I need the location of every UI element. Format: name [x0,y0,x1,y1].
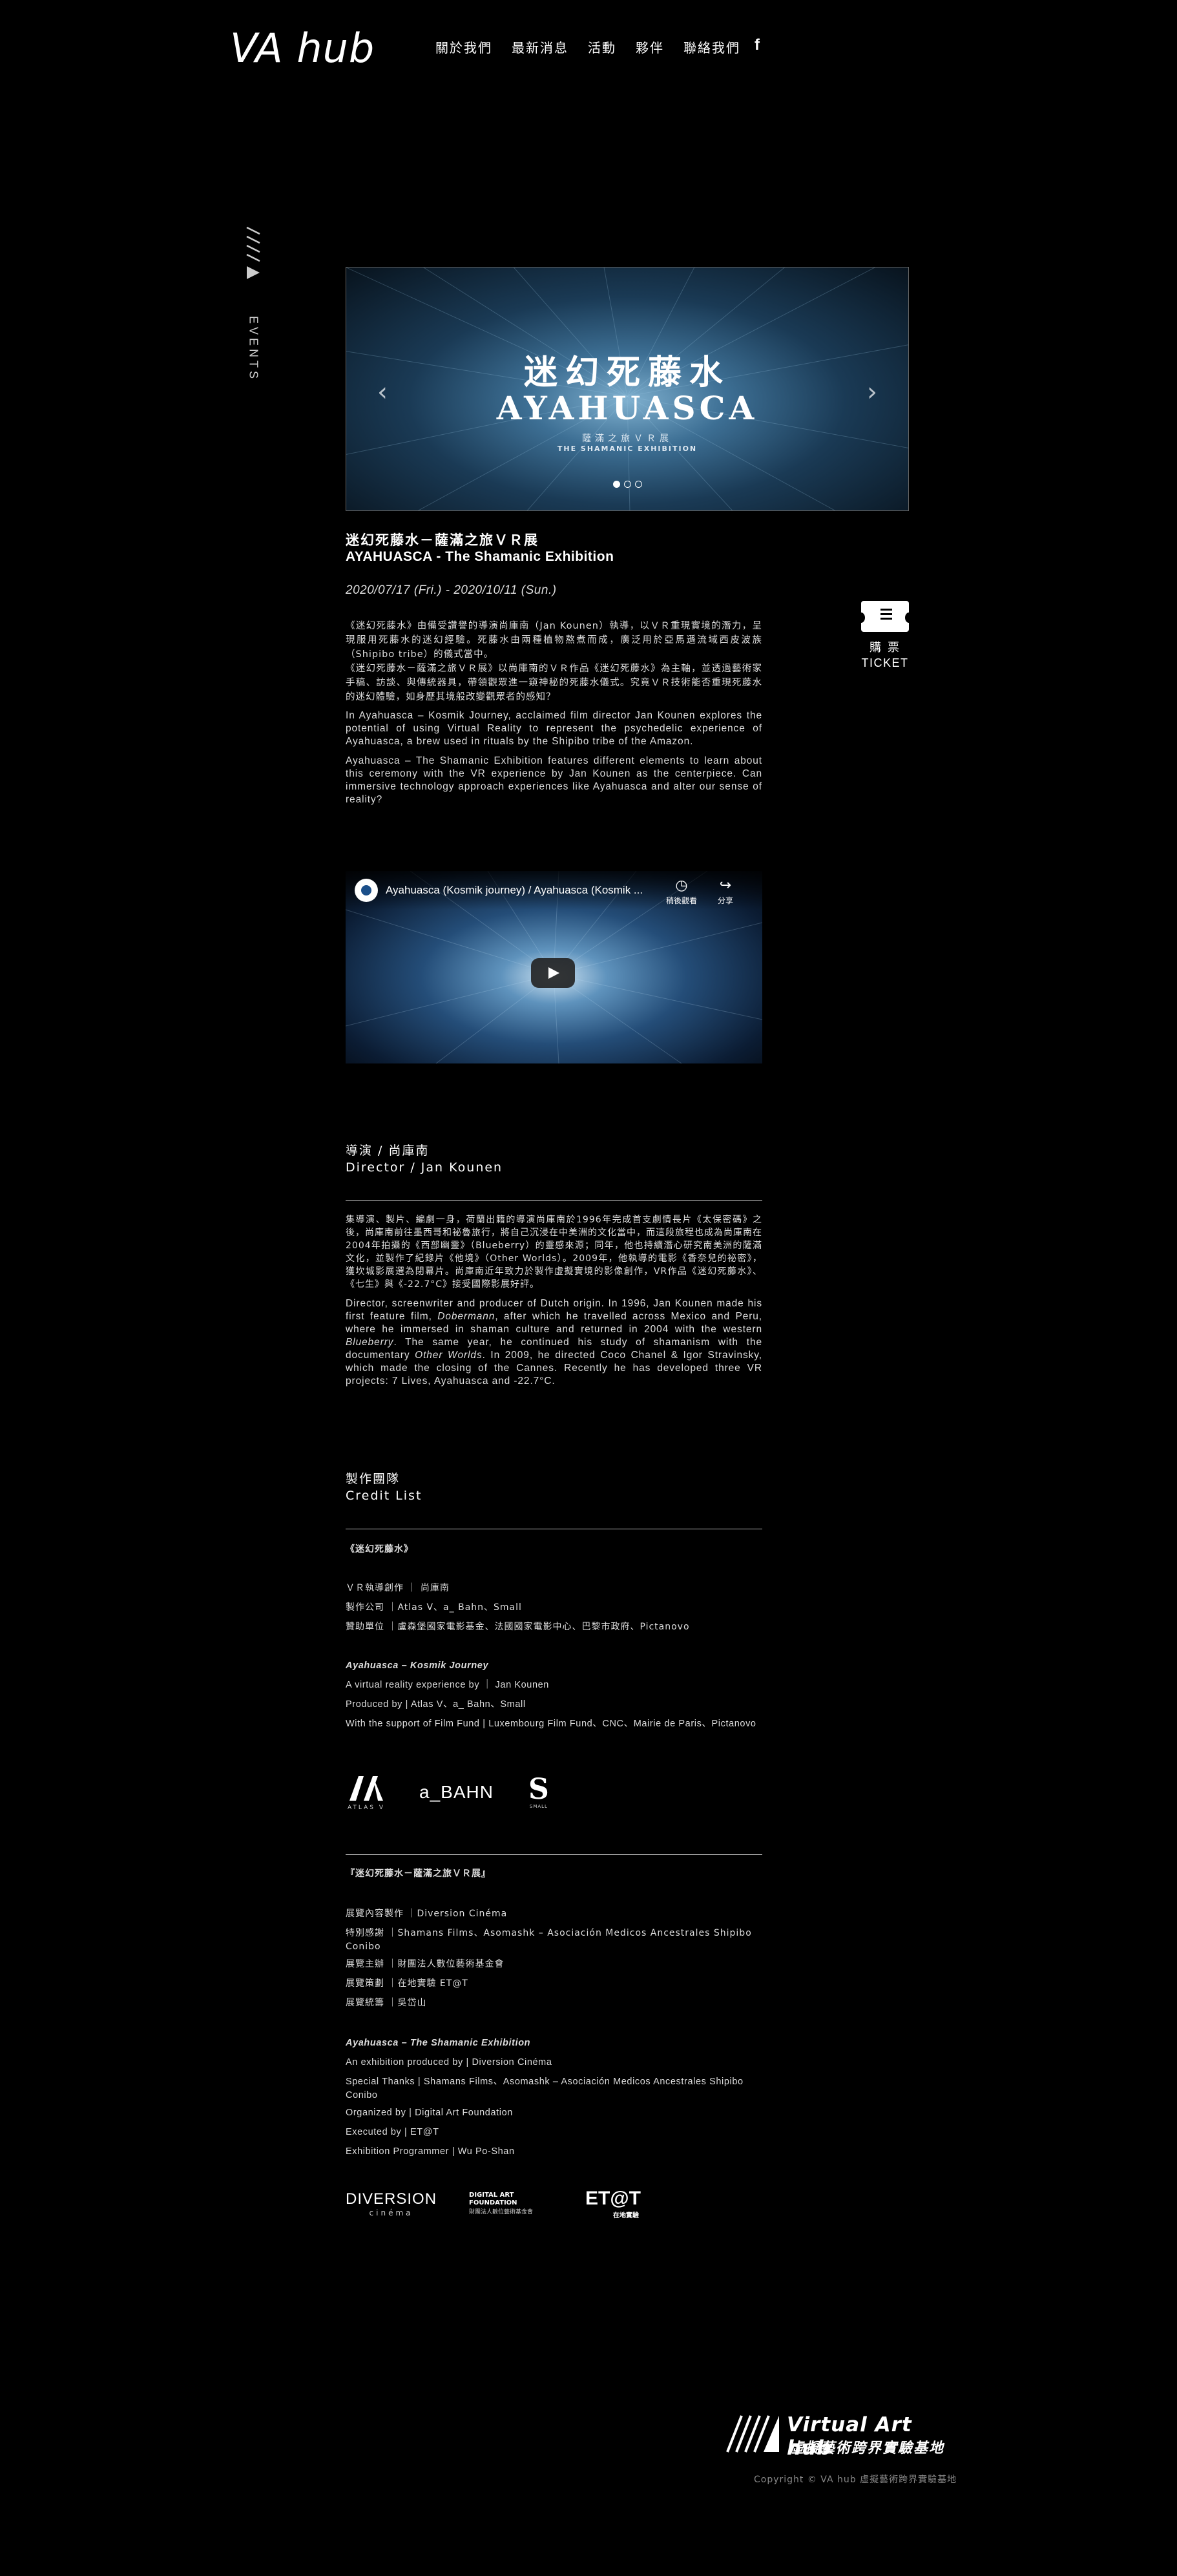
ticket-label-en: TICKET [861,656,909,669]
nav-contact[interactable]: 聯絡我們 [683,37,740,56]
watch-later-button[interactable]: ◷ 稍後觀看 [666,877,697,906]
nav-news[interactable]: 最新消息 [512,37,568,56]
event-description-en-2: Ayahuasca – The Shamanic Exhibition feat… [346,755,762,805]
footer-logo-cn: 虛擬藝術跨界實驗基地 [789,2440,945,2456]
nav-events[interactable]: 活動 [588,37,616,56]
exh-credit-line-en: Organized by | Digital Art Foundation [346,2108,513,2118]
share-button[interactable]: ↪ 分享 [718,877,733,906]
vr-credit-title-en: Ayahuasca – Kosmik Journey [346,1660,489,1671]
event-carousel[interactable]: 迷幻死藤水 AYAHUASCA 薩滿之旅ＶＲ展 THE SHAMANIC EXH… [346,267,909,511]
director-heading-cn: 導演 / 尚庫南 [346,1144,430,1158]
exh-credit-line-cn: 展覽策劃 ｜在地實驗 ET@T [346,1978,468,1989]
youtube-video[interactable]: Ayahuasca (Kosmik journey) / Ayahuasca (… [346,871,762,1063]
vr-credit-title-cn: 《迷幻死藤水》 [346,1544,413,1555]
vr-credit-line-en: Produced by | Atlas V、a_ Bahn、Small [346,1699,526,1710]
exh-credit-line-cn: 展覽統籌 ｜吳岱山 [346,1998,427,2008]
credits-heading-cn: 製作團隊 [346,1472,401,1486]
nav-partners[interactable]: 夥伴 [636,37,664,56]
exh-credit-line-en: Exhibition Programmer | Wu Po-Shan [346,2146,515,2157]
carousel-dots [346,481,908,488]
carousel-title-en: AYAHUASCA [496,389,758,427]
nav-about[interactable]: 關於我們 [435,37,492,56]
site-logo[interactable]: VA hub [230,25,375,72]
event-title-cn: 迷幻死藤水－薩滿之旅ＶＲ展 [346,532,539,548]
vr-credit-line-en: With the support of Film Fund | Luxembou… [346,1719,756,1729]
atlas-v-logo: ATLAS V [346,1774,387,1811]
exhibition-partner-logos: DIVERSION cinéma DIGITAL ART FOUNDATION … [346,2188,641,2219]
section-label: EVENTS [245,226,261,382]
divider [346,1200,762,1201]
director-bio-en: Director, screenwriter and producer of D… [346,1298,762,1387]
director-heading-en: Director / Jan Kounen [346,1160,503,1175]
divider [346,1854,762,1855]
diversion-cinema-logo: DIVERSION cinéma [346,2190,437,2217]
carousel-subtitle-cn: 薩滿之旅ＶＲ展 [582,434,672,444]
vr-credit-line-cn: 製作公司 ｜Atlas V、a_ Bahn、Small [346,1602,522,1613]
vr-credit-line-cn: ＶＲ執導創作 ｜ 尚庫南 [346,1583,450,1593]
clock-icon: ◷ [675,877,688,894]
va-slashes-icon [246,226,260,279]
exh-credit-line-en: Executed by | ET@T [346,2127,439,2137]
copyright: Copyright © VA hub 虛擬藝術跨界實驗基地 [754,2475,957,2485]
main-nav: 關於我們 最新消息 活動 夥伴 聯絡我們 f [435,36,761,56]
channel-avatar[interactable] [355,879,378,902]
exh-credit-line-cn: 特別感謝 ｜Shamans Films、Asomashk – Asociació… [346,1928,752,1952]
digital-art-foundation-logo: DIGITAL ART FOUNDATION 財團法人數位藝術基金會 [469,2192,534,2215]
ticket-icon [857,601,913,632]
carousel-dot[interactable] [634,481,642,488]
play-button[interactable] [531,958,575,988]
event-date: 2020/07/17 (Fri.) - 2020/10/11 (Sun.) [346,583,557,597]
footer-logo[interactable]: Virtual Art hub 虛擬藝術跨界實驗基地 [725,2413,957,2460]
a-bahn-logo: a_BAHN [419,1782,494,1802]
facebook-icon[interactable]: f [755,36,761,56]
event-description-cn-2: 《迷幻死藤水－薩滿之旅ＶＲ展》以尚庫南的ＶＲ作品《迷幻死藤水》為主軸，並透過藝術… [346,664,762,702]
chevron-left-icon[interactable]: ‹ [377,377,388,407]
vr-partner-logos: ATLAS V a_BAHN S SMALL [346,1773,552,1812]
carousel-title-cn: 迷幻死藤水 [523,353,731,392]
credits-heading-en: Credit List [346,1489,422,1503]
carousel-dot[interactable] [623,481,631,488]
exh-credit-line-cn: 展覽主辦 ｜財團法人數位藝術基金會 [346,1959,505,1969]
ticket-label-cn: 購票 [870,641,906,654]
exh-credit-line-cn: 展覽內容製作 ｜Diversion Cinéma [346,1909,508,1919]
director-bio-cn: 集導演、製片、編劇一身，荷蘭出籍的導演尚庫南於1996年完成首支劇情長片《太保密… [346,1215,762,1290]
video-title[interactable]: Ayahuasca (Kosmik journey) / Ayahuasca (… [386,884,643,897]
events-label: EVENTS [247,315,260,382]
carousel-dot[interactable] [612,481,620,488]
exh-credit-line-en: An exhibition produced by | Diversion Ci… [346,2057,552,2068]
event-description-en-1: In Ayahuasca – Kosmik Journey, acclaimed… [346,710,762,747]
share-icon: ↪ [719,877,732,894]
vr-credit-line-en: A virtual reality experience by ｜ Jan Ko… [346,1680,549,1690]
chevron-right-icon[interactable]: › [867,377,877,407]
carousel-subtitle-en: THE SHAMANIC EXHIBITION [557,445,698,453]
vr-credit-line-cn: 贊助單位 ｜盧森堡國家電影基金、法國國家電影中心、巴黎市政府、Pictanovo [346,1622,690,1632]
event-title-en: AYAHUASCA - The Shamanic Exhibition [346,549,614,564]
va-slashes-icon [726,2415,779,2453]
exh-credit-title-en: Ayahuasca – The Shamanic Exhibition [346,2038,531,2048]
ticket-button[interactable]: 購票 TICKET [857,601,913,670]
small-logo: S SMALL [528,1773,549,1810]
exh-credit-title-cn: 『迷幻死藤水－薩滿之旅ＶＲ展』 [346,1869,491,1879]
et-at-logo: ET@T 在地實驗 [585,2188,641,2219]
event-description-cn-1: 《迷幻死藤水》由備受讚譽的導演尚庫南（Jan Kounen）執導，以ＶＲ重現實境… [346,621,762,660]
exh-credit-line-en: Special Thanks | Shamans Films、Asomashk … [346,2077,744,2100]
